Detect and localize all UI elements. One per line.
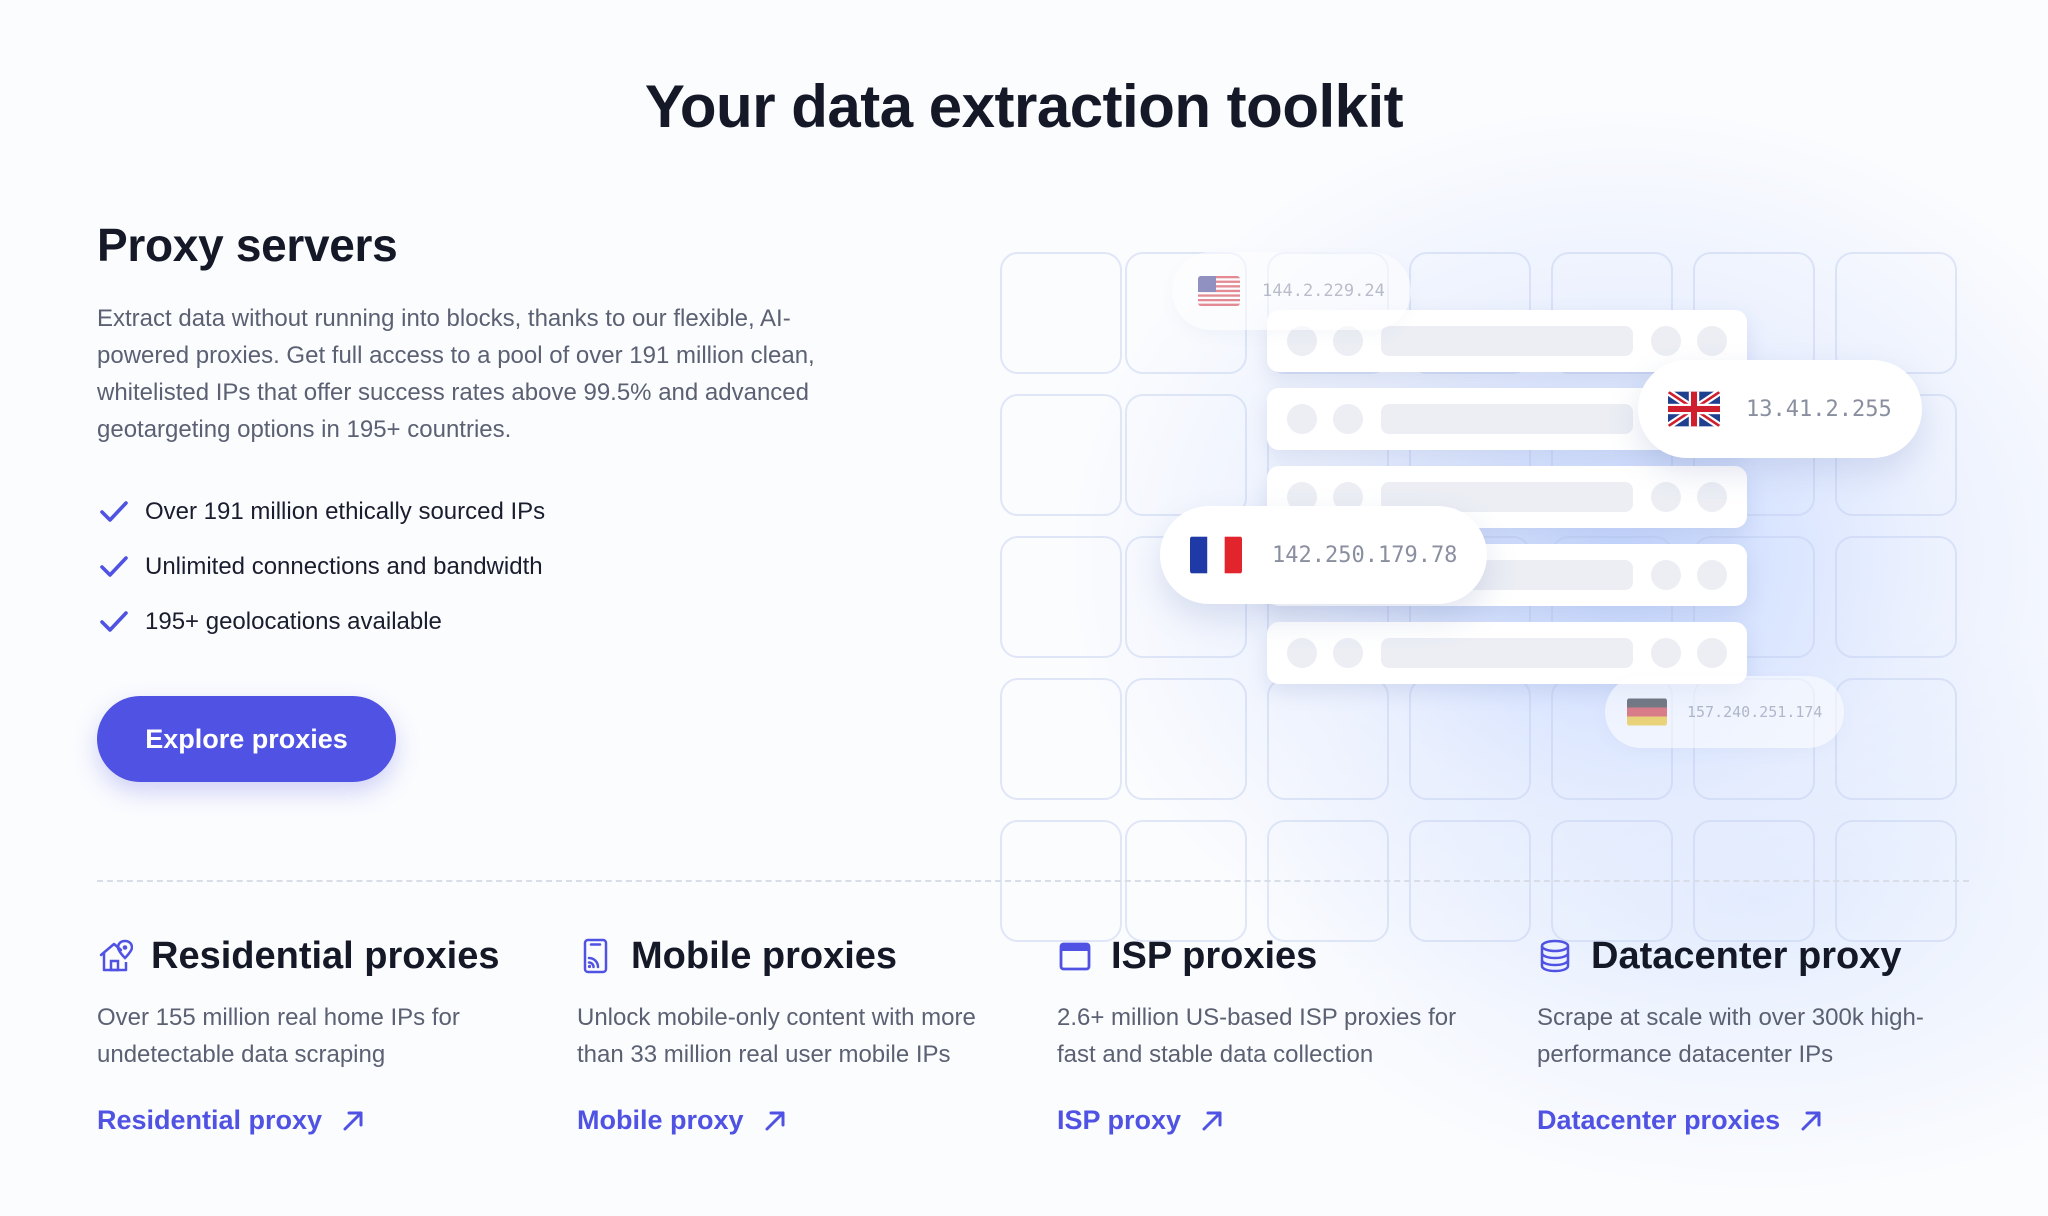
product-description: 2.6+ million US-based ISP proxies for fa… [1057,1004,1457,1068]
ip-chip-uk: 13.41.2.255 [1638,360,1922,458]
ip-address: 157.240.251.174 [1687,703,1823,721]
background-tile [1000,536,1122,658]
home-pin-icon [99,939,133,972]
checkmark-icon [100,500,128,522]
feature-item: Unlimited connections and bandwidth [97,539,545,594]
product-title: Residential proxies [151,934,500,977]
feature-label: Over 191 million ethically sourced IPs [145,497,546,525]
arrow-up-right-icon [765,1111,785,1130]
proxy-illustration: 144.2.229.24 13.41.2.255 142.250.179.78 … [950,230,2048,950]
product-datacenter: Datacenter proxy Scrape at scale with ov… [1537,925,1977,1136]
explore-proxies-button[interactable]: Explore proxies [97,696,396,782]
product-title: ISP proxies [1111,934,1318,977]
arrow-up-right-icon [343,1111,363,1130]
isp-proxy-link[interactable]: ISP proxy [1057,1105,1225,1136]
ip-chip-fr: 142.250.179.78 [1160,506,1488,604]
ip-list-row [1267,622,1747,684]
database-icon [1540,939,1570,973]
datacenter-proxies-link[interactable]: Datacenter proxies [1537,1105,1824,1136]
background-tile [1835,252,1957,374]
us-flag-icon [1198,276,1240,306]
residential-proxy-link[interactable]: Residential proxy [97,1105,366,1136]
product-mobile: Mobile proxies Unlock mobile-only conten… [577,925,1017,1136]
product-title: Datacenter proxy [1591,934,1902,977]
germany-flag-icon [1627,698,1667,726]
background-tile [1835,536,1957,658]
feature-item: Over 191 million ethically sourced IPs [97,484,545,539]
mobile-proxy-link[interactable]: Mobile proxy [577,1105,788,1136]
ip-address: 144.2.229.24 [1262,281,1385,301]
mobile-signal-icon [583,938,608,974]
feature-label: Unlimited connections and bandwidth [145,552,543,580]
ip-address: 142.250.179.78 [1272,542,1458,568]
background-tile [1267,678,1389,800]
ip-chip-de: 157.240.251.174 [1605,676,1845,748]
feature-label: 195+ geolocations available [145,607,442,635]
checkmark-icon [100,610,128,632]
arrow-up-right-icon [1202,1111,1222,1130]
background-tile [1000,252,1122,374]
background-tile [1125,394,1247,516]
section-description: Extract data without running into blocks… [97,305,815,443]
product-residential: Residential proxies Over 155 million rea… [97,925,537,1136]
background-tile [1125,678,1247,800]
link-label: Residential proxy [97,1105,323,1135]
section-divider [97,880,1969,882]
background-tile [1000,394,1122,516]
feature-list: Over 191 million ethically sourced IPs U… [97,484,545,649]
uk-flag-icon [1668,391,1720,427]
product-description: Scrape at scale with over 300k high-perf… [1537,1004,1924,1068]
browser-window-icon [1059,942,1091,971]
checkmark-icon [100,555,128,577]
arrow-up-right-icon [1801,1111,1821,1130]
france-flag-icon [1190,536,1242,574]
background-tile [1835,678,1957,800]
ip-chip-us: 144.2.229.24 [1172,252,1411,330]
background-tile [1409,678,1531,800]
product-title: Mobile proxies [631,934,898,977]
product-description: Over 155 million real home IPs for undet… [97,1004,460,1068]
feature-item: 195+ geolocations available [97,594,545,649]
link-label: Mobile proxy [577,1105,744,1135]
link-label: Datacenter proxies [1537,1105,1781,1135]
page-headline: Your data extraction toolkit [644,73,1404,140]
product-isp: ISP proxies 2.6+ million US-based ISP pr… [1057,925,1497,1136]
link-label: ISP proxy [1057,1105,1182,1135]
ip-address: 13.41.2.255 [1746,396,1892,422]
background-tile [1000,678,1122,800]
section-title: Proxy servers [97,219,398,271]
product-description: Unlock mobile-only content with more tha… [577,1004,976,1068]
